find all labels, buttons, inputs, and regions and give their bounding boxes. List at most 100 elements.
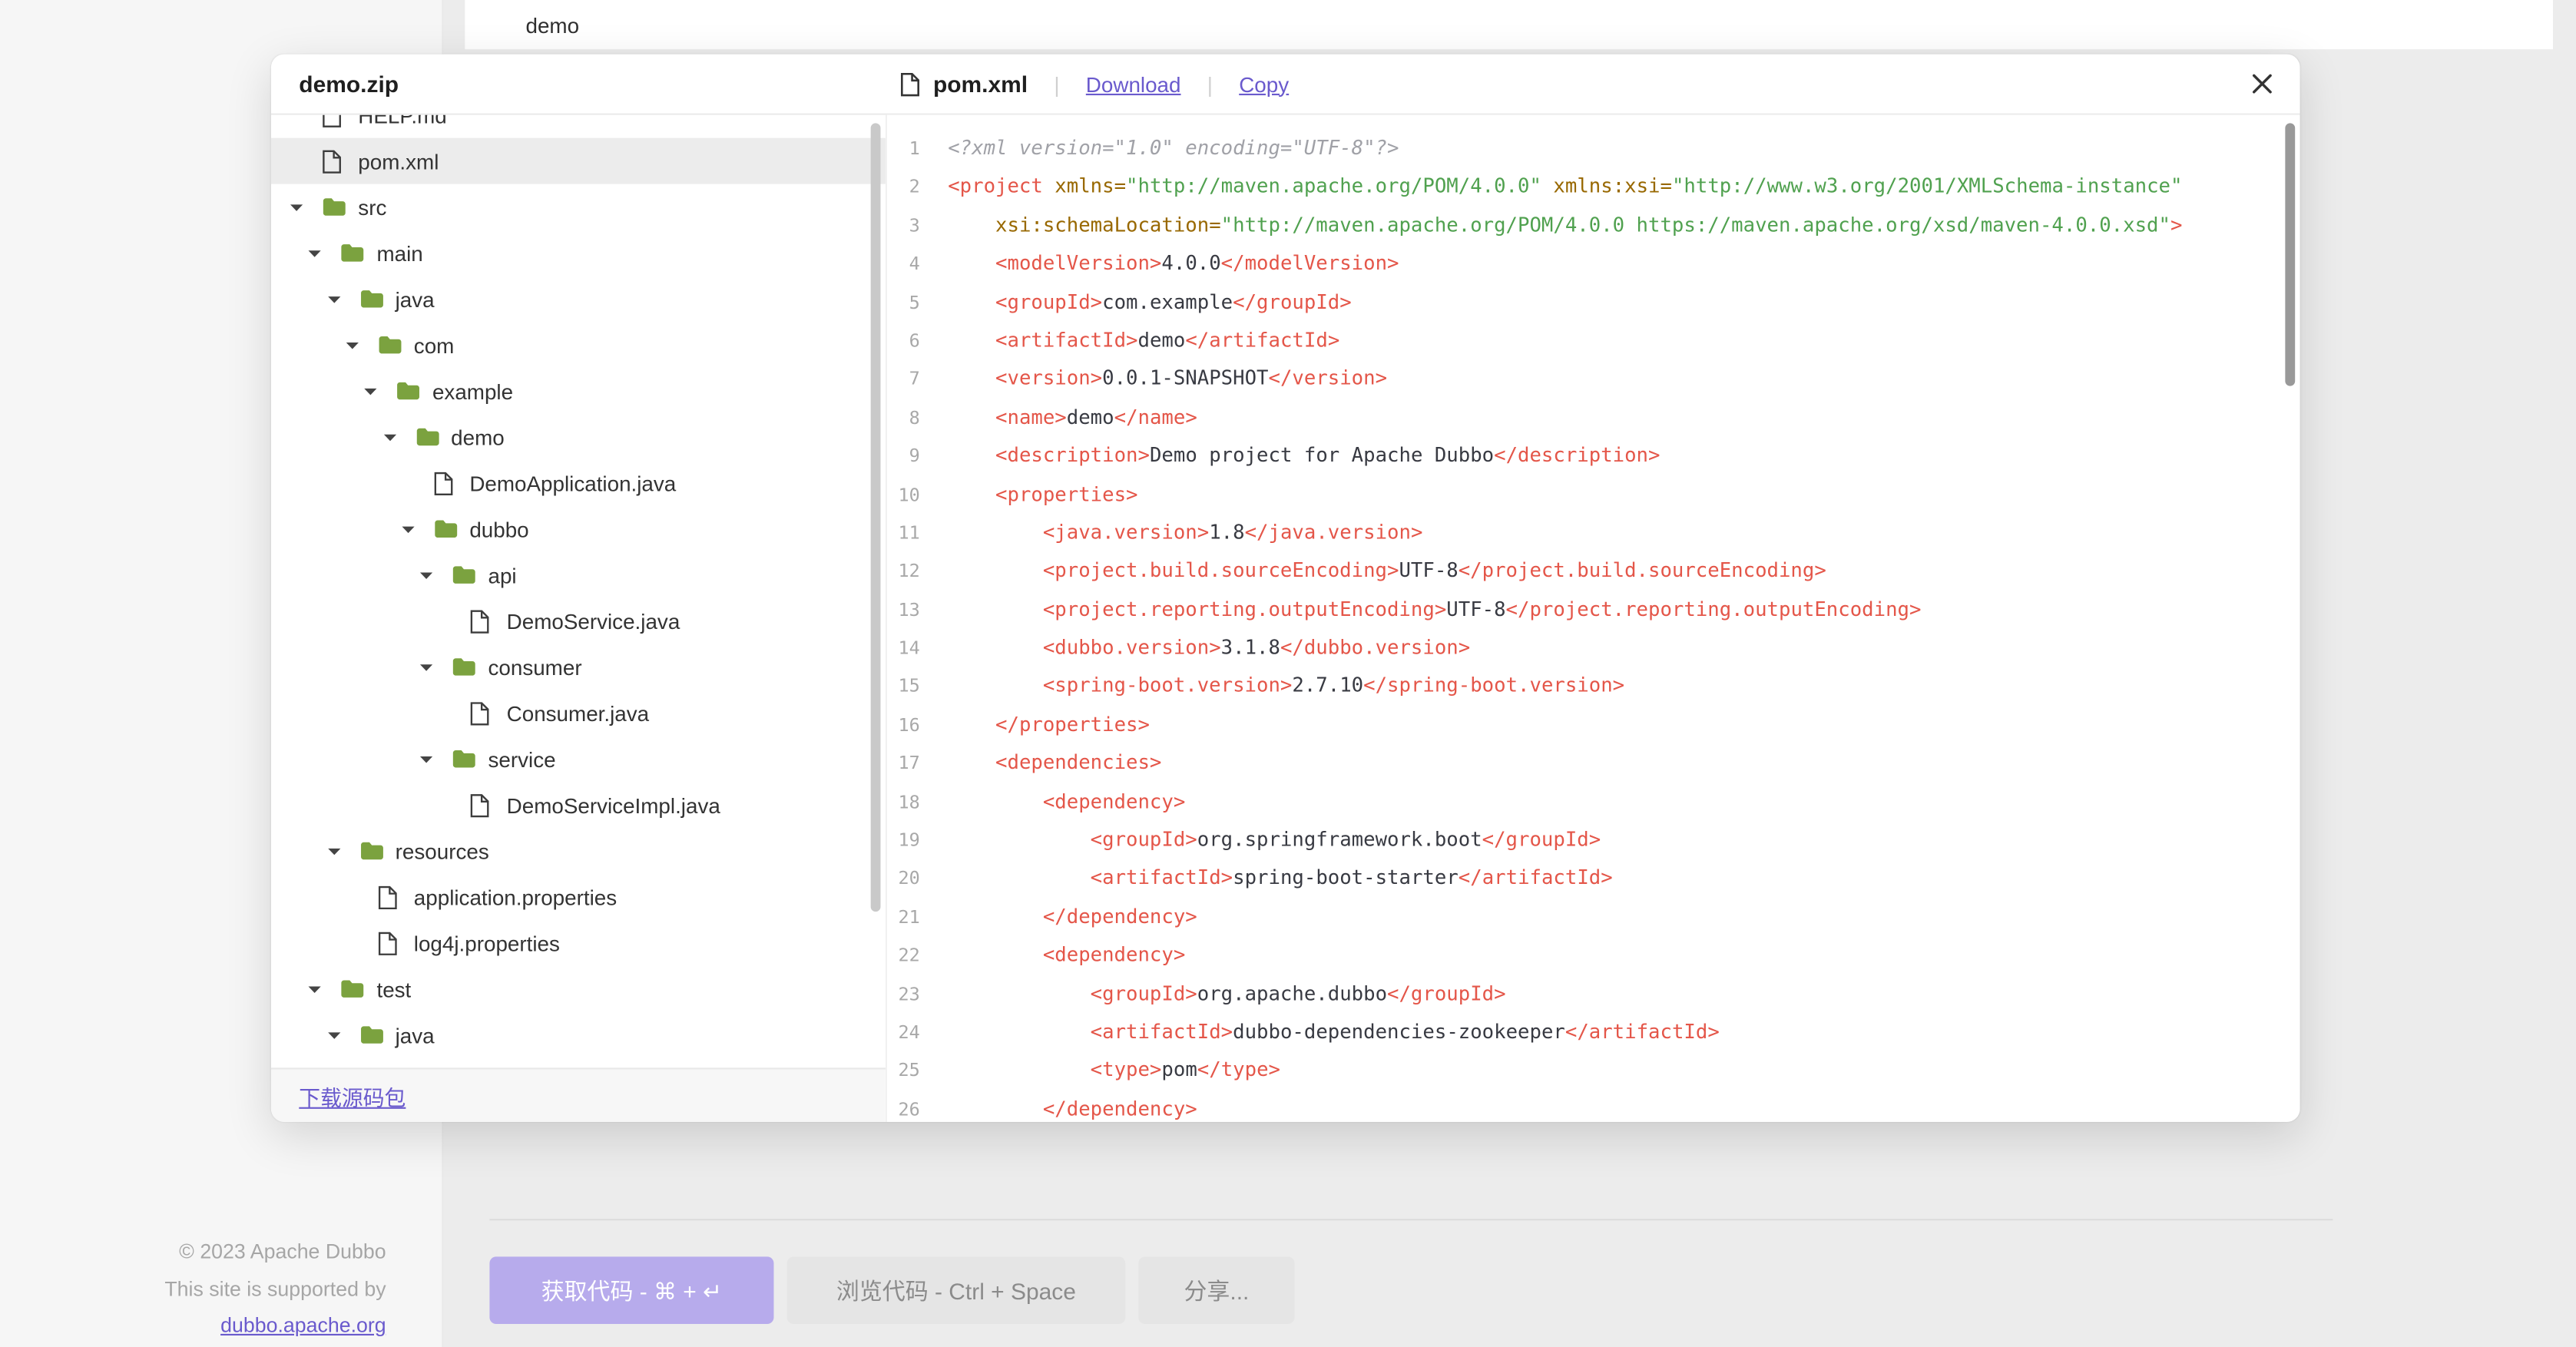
code-text: <type>pom</type> — [948, 1052, 1280, 1091]
tree-folder-dubbo[interactable]: dubbo — [271, 506, 886, 552]
chevron-down-icon[interactable] — [363, 383, 396, 398]
download-link[interactable]: Download — [1086, 71, 1181, 96]
tree-file-DemoService.java[interactable]: DemoService.java — [271, 598, 886, 644]
tree-item-label: resources — [396, 839, 489, 863]
code-line: 18 <dependency> — [887, 783, 2300, 822]
line-number: 3 — [887, 207, 920, 245]
code-text: <dubbo.version>3.1.8</dubbo.version> — [948, 629, 1470, 667]
download-source-link[interactable]: 下载源码包 — [299, 1080, 406, 1111]
code-text: <version>0.0.1-SNAPSHOT</version> — [948, 360, 1387, 399]
line-number: 4 — [887, 245, 920, 283]
tree-file-HELP.md[interactable]: HELP.md — [271, 115, 886, 138]
line-number: 12 — [887, 552, 920, 591]
folder-icon — [415, 427, 439, 447]
browse-code-button[interactable]: 浏览代码 - Ctrl + Space — [787, 1256, 1126, 1324]
tree-folder-java[interactable]: java — [271, 1012, 886, 1058]
chevron-down-icon[interactable] — [382, 429, 415, 444]
tree-item-label: Consumer.java — [507, 700, 649, 725]
chevron-down-icon[interactable] — [308, 246, 341, 260]
close-icon[interactable] — [2244, 55, 2280, 114]
chevron-down-icon[interactable] — [419, 752, 452, 766]
code-text: <properties> — [948, 475, 1137, 514]
code-line: 15 <spring-boot.version>2.7.10</spring-b… — [887, 667, 2300, 706]
code-text: <project.build.sourceEncoding>UTF-8</pro… — [948, 552, 1826, 591]
tree-file-log4j.properties[interactable]: log4j.properties — [271, 920, 886, 966]
chevron-down-icon[interactable] — [419, 660, 452, 674]
tree-item-label: consumer — [488, 654, 581, 679]
folder-icon — [378, 335, 402, 355]
chevron-down-icon[interactable] — [345, 338, 378, 352]
line-number: 18 — [887, 783, 920, 822]
tree-item-label: HELP.md — [358, 115, 446, 127]
file-icon — [471, 700, 495, 725]
tree-item-label: api — [488, 563, 516, 587]
tree-folder-service[interactable]: service — [271, 736, 886, 782]
code-line: 13 <project.reporting.outputEncoding>UTF… — [887, 591, 2300, 629]
file-icon — [378, 885, 402, 909]
tree-file-application.properties[interactable]: application.properties — [271, 874, 886, 920]
tree-folder-main[interactable]: main — [271, 230, 886, 276]
tree-file-DemoServiceImpl.java[interactable]: DemoServiceImpl.java — [271, 782, 886, 828]
chevron-down-icon[interactable] — [308, 981, 341, 996]
code-text: <project.reporting.outputEncoding>UTF-8<… — [948, 591, 1921, 629]
get-code-button[interactable]: 获取代码 - ⌘ + ↵ — [489, 1256, 773, 1324]
code-line: 11 <java.version>1.8</java.version> — [887, 514, 2300, 552]
dubbo-apache-org-link[interactable]: dubbo.apache.org — [220, 1314, 386, 1337]
tree-folder-api[interactable]: api — [271, 552, 886, 598]
copy-link[interactable]: Copy — [1239, 71, 1289, 96]
chevron-down-icon[interactable] — [326, 843, 359, 858]
line-number: 24 — [887, 1014, 920, 1052]
folder-icon — [340, 979, 365, 999]
tree-folder-com[interactable]: com — [271, 322, 886, 368]
tree-item-label: test — [376, 977, 411, 1001]
tree-folder-java[interactable]: java — [271, 276, 886, 322]
code-content: 1<?xml version="1.0" encoding="UTF-8"?>2… — [887, 115, 2300, 1122]
footer: © 2023 Apache Dubbo This site is support… — [0, 1233, 386, 1344]
tree-file-DemoApplication.java[interactable]: DemoApplication.java — [271, 460, 886, 506]
code-scrollbar[interactable] — [2285, 123, 2295, 386]
code-text: <dependencies> — [948, 745, 1161, 783]
code-line: 26 </dependency> — [887, 1091, 2300, 1122]
tree-folder-resources[interactable]: resources — [271, 828, 886, 874]
tree-file-Consumer.java[interactable]: Consumer.java — [271, 690, 886, 736]
archive-name: demo.zip — [271, 71, 887, 97]
tree-item-label: example — [432, 379, 513, 403]
chevron-down-icon[interactable] — [419, 568, 452, 582]
folder-icon — [359, 1025, 384, 1045]
code-text: <modelVersion>4.0.0</modelVersion> — [948, 245, 1399, 283]
tree-item-label: java — [396, 1023, 435, 1047]
code-text: <spring-boot.version>2.7.10</spring-boot… — [948, 667, 1624, 706]
chevron-down-icon[interactable] — [326, 292, 359, 306]
folder-icon — [433, 519, 458, 539]
chevron-down-icon[interactable] — [289, 200, 322, 214]
tree-folder-demo[interactable]: demo — [271, 414, 886, 460]
code-line: 6 <artifactId>demo</artifactId> — [887, 322, 2300, 360]
viewer-header: pom.xml | Download | Copy — [887, 71, 1289, 97]
file-tree: HELP.mdpom.xmlsrcmainjavacomexampledemoD… — [271, 115, 886, 1058]
share-button[interactable]: 分享... — [1138, 1256, 1294, 1324]
tree-file-pom.xml[interactable]: pom.xml — [271, 138, 886, 184]
line-number: 23 — [887, 975, 920, 1014]
chevron-down-icon[interactable] — [400, 521, 433, 536]
code-text: </dependency> — [948, 1091, 1197, 1122]
code-text: <dependency> — [948, 783, 1185, 822]
line-number: 26 — [887, 1091, 920, 1122]
line-number: 19 — [887, 822, 920, 860]
line-number: 20 — [887, 860, 920, 899]
tree-item-label: log4j.properties — [414, 931, 560, 955]
code-text: <groupId>org.springframework.boot</group… — [948, 822, 1601, 860]
code-text: <artifactId>dubbo-dependencies-zookeeper… — [948, 1014, 1720, 1052]
line-number: 16 — [887, 706, 920, 744]
tree-folder-src[interactable]: src — [271, 184, 886, 230]
file-icon — [433, 471, 458, 495]
tree-folder-consumer[interactable]: consumer — [271, 644, 886, 690]
line-number: 21 — [887, 899, 920, 937]
tree-folder-example[interactable]: example — [271, 368, 886, 414]
chevron-down-icon[interactable] — [326, 1028, 359, 1042]
code-line: 7 <version>0.0.1-SNAPSHOT</version> — [887, 360, 2300, 399]
folder-icon — [322, 197, 346, 217]
tree-scrollbar[interactable] — [871, 123, 881, 912]
tree-folder-test[interactable]: test — [271, 966, 886, 1012]
code-line: 12 <project.build.sourceEncoding>UTF-8</… — [887, 552, 2300, 591]
code-line: 14 <dubbo.version>3.1.8</dubbo.version> — [887, 629, 2300, 667]
